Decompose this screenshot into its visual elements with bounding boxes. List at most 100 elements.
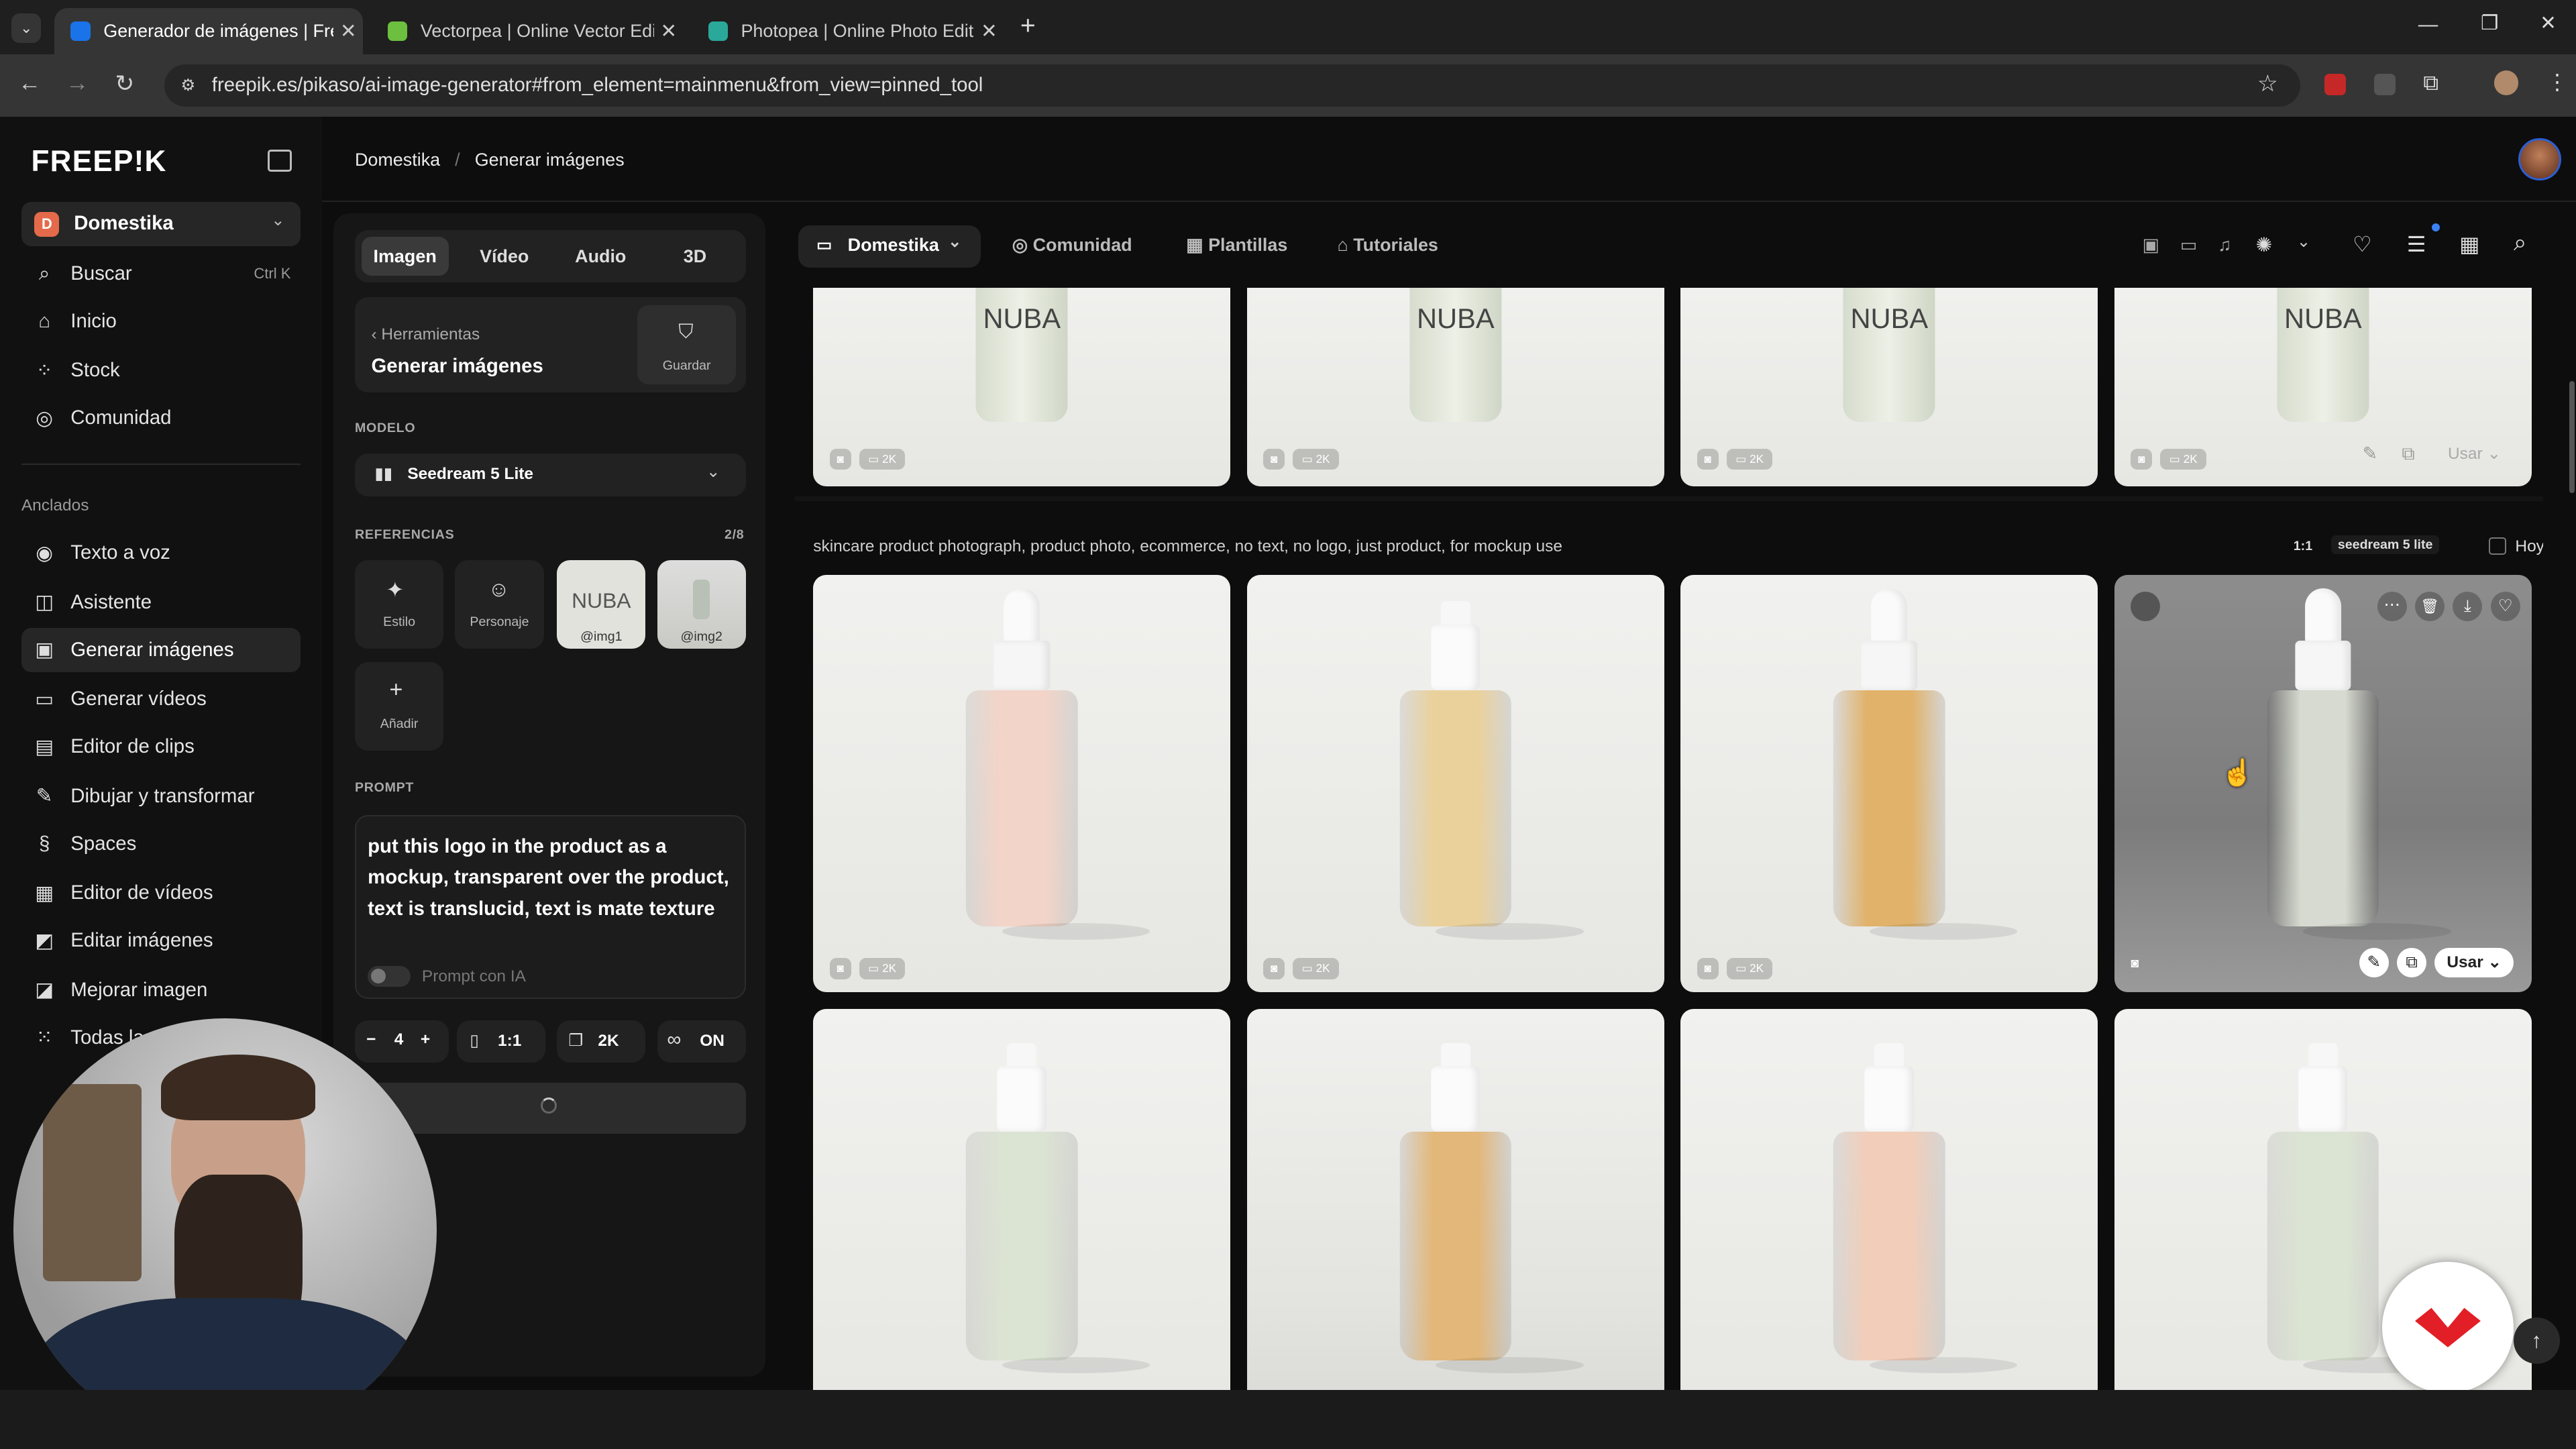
filter-3d-icon[interactable]: ✺ <box>2255 233 2272 257</box>
generated-image-tile[interactable]: ◙ ▭ 2K <box>813 575 1231 993</box>
extension-icon[interactable] <box>2373 74 2396 96</box>
generated-image-tile[interactable]: NUBA ◙ ▭ 2K <box>1680 287 2098 486</box>
model-select[interactable]: ▮▮ Seedream 5 Lite ⌄ <box>354 453 746 496</box>
reference-style-button[interactable]: ✦ Estilo <box>354 560 444 649</box>
sidebar-item-stock[interactable]: ⁘ Stock <box>21 348 301 392</box>
generated-image-tile[interactable]: ◙ ▭ 2K <box>1680 575 2098 993</box>
search-icon[interactable]: ⌕ <box>2514 230 2526 256</box>
user-avatar[interactable] <box>2518 138 2561 181</box>
generated-image-tile[interactable]: NUBA ◙ ▭ 2K <box>1246 287 1664 486</box>
sidebar-item-mejorar-imagen[interactable]: ◪ Mejorar imagen <box>21 967 301 1012</box>
freepik-logo[interactable]: FREEP!K <box>32 145 167 178</box>
generated-image-tile[interactable] <box>813 1008 1231 1390</box>
favorites-heart-icon[interactable]: ♡ <box>2353 231 2372 257</box>
profile-avatar[interactable] <box>2493 70 2519 96</box>
heart-icon[interactable]: ♡ <box>2490 591 2520 621</box>
site-settings-icon[interactable]: ⚙ <box>180 75 195 95</box>
aspect-ratio-button[interactable]: ▯ 1:1 <box>456 1020 546 1063</box>
decrease-button[interactable]: − <box>366 1030 376 1049</box>
reference-image-1[interactable]: NUBA @img1 <box>557 560 646 649</box>
generated-image-tile[interactable]: NUBA ◙ ▭ 2K ✎ ⧉ Usar ⌄ <box>2114 287 2532 486</box>
sidebar-item-search[interactable]: ⌕ Buscar Ctrl K <box>21 252 301 296</box>
generated-image-tile[interactable]: ⋯ 🗑 ⤓ ♡ ◙ ✎ ⧉ Usar ⌄ <box>2114 575 2532 993</box>
extension-record-icon[interactable] <box>2324 74 2347 96</box>
increase-button[interactable]: + <box>421 1030 430 1049</box>
select-checkbox[interactable] <box>2489 537 2507 555</box>
new-tab-button[interactable]: + <box>1020 11 1036 41</box>
sidebar-item-inicio[interactable]: ⌂ Inicio <box>21 299 301 343</box>
reference-image-2[interactable]: @img2 <box>657 560 746 649</box>
sidebar-item-editor-de-clips[interactable]: ▤ Editor de clips <box>21 724 301 769</box>
delete-icon[interactable]: 🗑 <box>2415 591 2445 621</box>
download-icon[interactable]: ⤓ <box>2453 591 2483 621</box>
loop-toggle-button[interactable]: ∞ ON <box>657 1020 746 1063</box>
close-tab-icon[interactable]: ✕ <box>333 19 363 43</box>
extensions-puzzle-icon[interactable]: ⧉ <box>2423 70 2438 96</box>
restore-icon[interactable]: ❐ <box>2481 11 2498 35</box>
vertical-scrollbar[interactable] <box>2569 381 2575 493</box>
generated-image-tile[interactable]: ◙ ▭ 2K <box>1246 575 1664 993</box>
resolution-button[interactable]: ❐ 2K <box>557 1020 646 1063</box>
back-to-tools-link[interactable]: ‹ Herramientas <box>371 325 480 344</box>
generated-image-tile[interactable] <box>1680 1008 2098 1390</box>
browser-tab-photopea[interactable]: Photopea | Online Photo Editor ✕ <box>692 8 1004 54</box>
back-icon[interactable]: ← <box>18 70 41 97</box>
select-circle[interactable] <box>2131 591 2161 621</box>
sidebar-item-editar-imagenes[interactable]: ◩ Editar imágenes <box>21 918 301 963</box>
sidebar-item-spaces[interactable]: § Spaces <box>21 821 301 865</box>
filter-videos-icon[interactable]: ▭ <box>2180 235 2197 256</box>
forward-icon[interactable]: → <box>66 70 89 97</box>
scroll-to-top-button[interactable]: ↑ <box>2513 1318 2560 1364</box>
sidebar-item-generar-videos[interactable]: ▭ Generar vídeos <box>21 677 301 721</box>
settings-sliders-icon[interactable]: ☰ <box>2407 231 2426 257</box>
filter-audio-icon[interactable]: ♫ <box>2218 235 2231 256</box>
add-reference-button[interactable]: + Añadir <box>354 661 444 751</box>
generation-prompt-text[interactable]: skincare product photograph, product pho… <box>813 537 1562 556</box>
toolbar-tab-comunidad[interactable]: ◎ Comunidad <box>1012 235 1132 256</box>
use-button[interactable]: Usar ⌄ <box>2434 948 2514 978</box>
variations-button[interactable]: ⧉ <box>2397 948 2427 978</box>
edit-button[interactable]: ✎ <box>2359 948 2389 978</box>
workspace-dropdown-button[interactable]: ▭ Domestika ⌄ <box>798 225 981 268</box>
toolbar-tab-tutoriales[interactable]: ⌂ Tutoriales <box>1337 235 1438 256</box>
browser-tab-vectorpea[interactable]: Vectorpea | Online Vector Edito ✕ <box>371 8 683 54</box>
breadcrumb-item[interactable]: Domestika <box>355 150 440 170</box>
browser-tab-freepik[interactable]: Generador de imágenes | Freep ✕ <box>54 8 364 54</box>
sidebar-item-generar-imagenes[interactable]: ▣ Generar imágenes <box>21 627 301 672</box>
workspace-selector[interactable]: D Domestika ⌄ <box>21 202 301 247</box>
grid-view-icon[interactable]: ▦ <box>2459 231 2479 257</box>
tab-3d[interactable]: 3D <box>684 246 706 267</box>
sidebar-item-asistente[interactable]: ◫ Asistente <box>21 580 301 624</box>
use-button[interactable]: Usar ⌄ <box>2448 443 2501 464</box>
collapse-sidebar-icon[interactable] <box>268 149 292 172</box>
more-options-icon[interactable]: ⋯ <box>2377 591 2407 621</box>
image-count-stepper[interactable]: − 4 + <box>354 1020 449 1063</box>
generate-button[interactable] <box>354 1082 746 1134</box>
generated-image-tile[interactable] <box>1246 1008 1664 1390</box>
close-tab-icon[interactable]: ✕ <box>974 19 1004 43</box>
minimize-icon[interactable]: — <box>2418 13 2438 36</box>
sidebar-item-editor-de-videos[interactable]: ▦ Editor de vídeos <box>21 871 301 915</box>
filter-images-icon[interactable]: ▣ <box>2142 235 2159 256</box>
tab-video[interactable]: Vídeo <box>480 246 529 267</box>
ai-prompt-toggle[interactable] <box>368 965 411 987</box>
generated-image-tile[interactable]: NUBA ◙ ▭ 2K <box>813 287 1231 486</box>
reload-icon[interactable]: ↻ <box>115 70 134 97</box>
sidebar-item-comunidad[interactable]: ◎ Comunidad <box>21 396 301 440</box>
bookmark-star-icon[interactable]: ☆ <box>2257 70 2278 97</box>
tab-imagen[interactable]: Imagen <box>361 236 449 276</box>
close-window-icon[interactable]: ✕ <box>2540 11 2557 35</box>
sidebar-item-dibujar[interactable]: ✎ Dibujar y transformar <box>21 773 301 818</box>
prompt-textarea[interactable]: put this logo in the product as a mockup… <box>368 831 739 925</box>
tab-list-dropdown[interactable]: ⌄ <box>11 13 42 43</box>
save-tool-button[interactable]: ⛉ Guardar <box>637 305 737 385</box>
close-tab-icon[interactable]: ✕ <box>654 19 684 43</box>
edit-icon[interactable]: ✎ <box>2363 443 2378 464</box>
browser-menu-icon[interactable]: ⋮ <box>2546 69 2568 95</box>
url-input[interactable]: ⚙ freepik.es/pikaso/ai-image-generator#f… <box>164 64 2300 107</box>
reference-character-button[interactable]: ☺ Personaje <box>455 560 544 649</box>
variations-icon[interactable]: ⧉ <box>2402 443 2414 465</box>
toolbar-tab-plantillas[interactable]: ▦ Plantillas <box>1186 235 1287 256</box>
tab-audio[interactable]: Audio <box>575 246 626 267</box>
chevron-down-icon[interactable]: ⌄ <box>2297 231 2311 252</box>
